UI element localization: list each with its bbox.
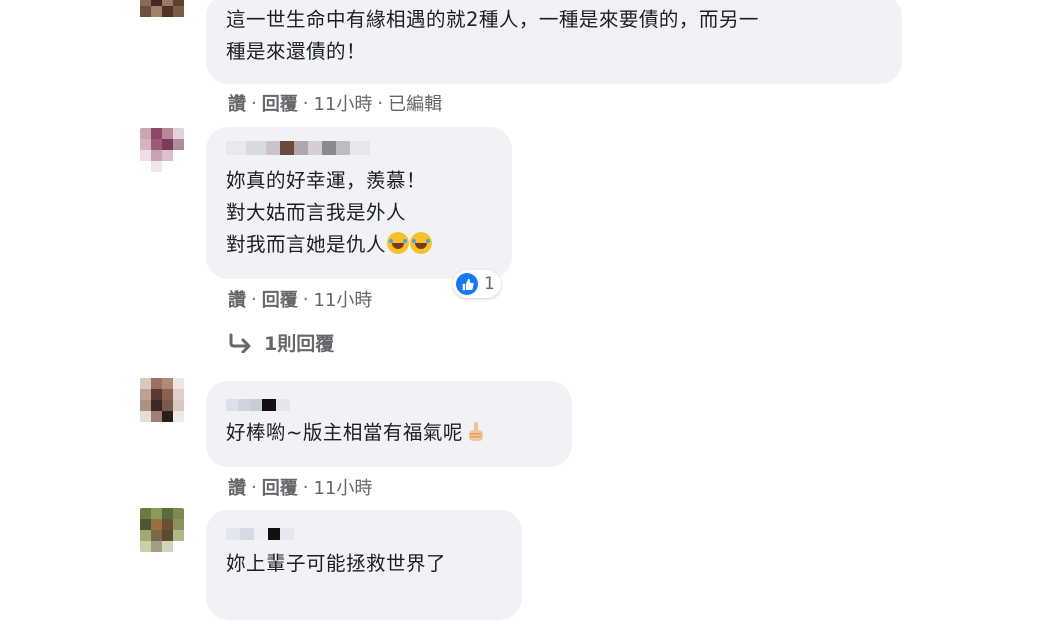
comment-text: 這一世生命中有緣相遇的就2種人，一種是來要債的，而另一 種是來還債的！ xyxy=(226,8,759,63)
reply-arrow-icon xyxy=(229,333,251,353)
like-link[interactable]: 讚 xyxy=(228,90,246,116)
author-name-redacted[interactable] xyxy=(226,399,552,411)
author-name-redacted[interactable] xyxy=(226,528,502,540)
timestamp[interactable]: 11小時 xyxy=(313,474,372,500)
avatar[interactable] xyxy=(140,378,184,422)
timestamp[interactable]: 11小時 xyxy=(313,286,372,312)
author-name-redacted[interactable] xyxy=(226,141,492,155)
separator: · xyxy=(251,476,257,498)
avatar[interactable] xyxy=(140,0,184,28)
comment-text: 妳上輩子可能拯救世界了 xyxy=(226,552,447,575)
thumbs-up-emoji xyxy=(468,422,483,441)
like-icon xyxy=(456,273,478,295)
timestamp[interactable]: 11小時 xyxy=(313,90,372,116)
rolling-on-floor-laughing-emoji xyxy=(410,232,433,254)
separator: · xyxy=(251,288,257,310)
comment-actions: 讚 · 回覆 · 11小時 xyxy=(228,474,372,500)
reply-link[interactable]: 回覆 xyxy=(262,90,298,116)
rolling-on-floor-laughing-emoji xyxy=(387,232,410,254)
comment-actions: 讚 · 回覆 · 11小時 xyxy=(228,286,372,312)
like-link[interactable]: 讚 xyxy=(228,474,246,500)
separator: · xyxy=(251,92,257,114)
separator: · xyxy=(302,288,309,310)
separator: · xyxy=(302,92,309,114)
comment-actions: 讚 · 回覆 · 11小時 · 已編輯 xyxy=(228,90,442,116)
comment-text: 好棒喲~版主相當有福氣呢 xyxy=(226,421,463,444)
avatar[interactable] xyxy=(140,508,184,552)
separator: · xyxy=(302,476,309,498)
reply-link[interactable]: 回覆 xyxy=(262,474,298,500)
comment-bubble: 這一世生命中有緣相遇的就2種人，一種是來要債的，而另一 種是來還債的！ xyxy=(206,0,902,84)
edited-label[interactable]: 已編輯 xyxy=(388,90,442,116)
separator: · xyxy=(377,92,384,114)
comment-bubble: 妳上輩子可能拯救世界了 xyxy=(206,510,522,620)
reaction-summary[interactable]: 1 xyxy=(453,270,501,298)
view-replies-link[interactable]: 1則回覆 xyxy=(228,329,334,356)
comment-feed: 這一世生命中有緣相遇的就2種人，一種是來要債的，而另一 種是來還債的！ 讚 · … xyxy=(110,0,910,620)
reaction-count: 1 xyxy=(484,274,495,294)
comment-bubble: 好棒喲~版主相當有福氣呢 xyxy=(206,381,572,467)
avatar[interactable] xyxy=(140,128,184,172)
replies-count-label: 1則回覆 xyxy=(264,333,335,355)
reply-link[interactable]: 回覆 xyxy=(262,286,298,312)
comment-bubble: 妳真的好幸運，羨慕！ 對大姑而言我是外人 對我而言她是仇人 xyxy=(206,127,512,279)
like-link[interactable]: 讚 xyxy=(228,286,246,312)
